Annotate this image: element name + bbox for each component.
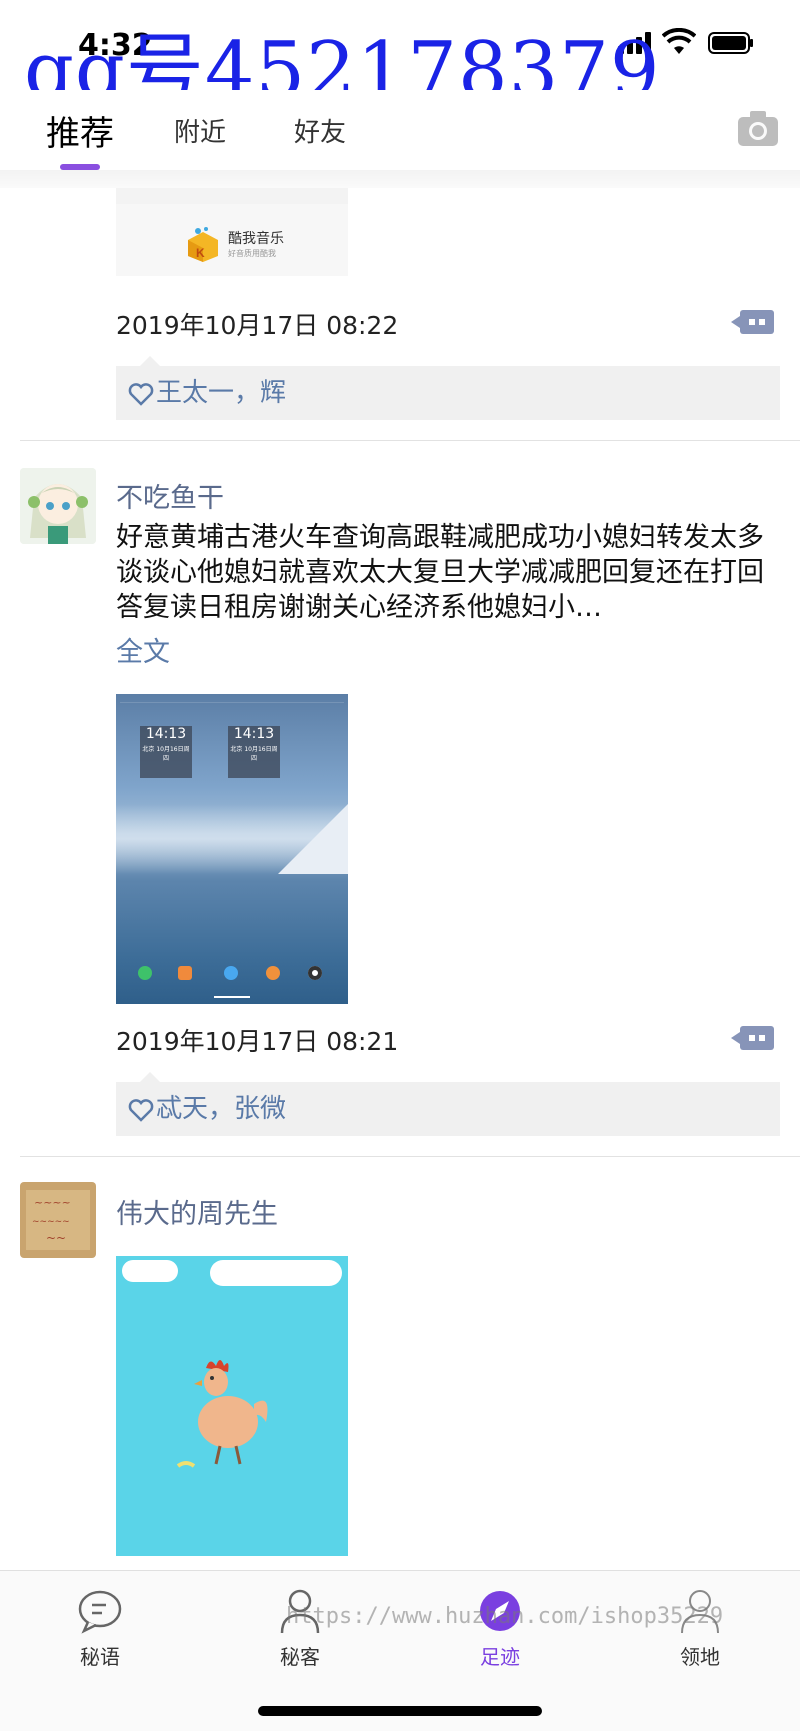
home-indicator[interactable] (258, 1706, 542, 1716)
likes-names[interactable]: 忒天，张微 (156, 1094, 286, 1124)
bottom-tab-miyu[interactable]: 秘语 (40, 1587, 160, 1670)
top-tab-bar: 推荐 附近 好友 (0, 90, 800, 170)
tab-label: 秘客 (280, 1645, 320, 1669)
kuwo-music-logo-icon: K (188, 227, 218, 262)
feed-list[interactable]: K 酷我音乐 好音质用酷我 2019年10月17日 08:22 王太一，辉 不吃… (0, 188, 800, 1570)
tab-recommend[interactable]: 推荐 (46, 106, 114, 155)
music-app-subtitle: 好音质用酷我 (228, 249, 276, 258)
svg-text:K: K (196, 246, 205, 260)
app-screen: 4:32 qq号452178379 推荐 附近 好友 K 酷我音乐 好音质用酷我… (0, 0, 800, 1731)
post-username[interactable]: 伟大的周先生 (116, 1192, 278, 1231)
nav-separator (0, 170, 800, 188)
likes-bar: 王太一，辉 (116, 356, 780, 420)
post-text: 好意黄埔古港火车查询高跟鞋减肥成功小媳妇转发太多谈谈心他媳妇就喜欢太大复旦大学减… (116, 522, 764, 623)
post-timestamp: 2019年10月17日 08:22 (116, 311, 399, 340)
avatar[interactable]: ~~~~ ~~~~~ ~~ (20, 1182, 96, 1258)
chicken-illustration (176, 1360, 268, 1468)
tab-friends[interactable]: 好友 (294, 112, 346, 149)
image-clock-widget: 14:13 北京 10月16日周四 (228, 726, 280, 778)
battery-icon (708, 32, 753, 54)
wifi-icon (662, 28, 696, 54)
tab-label: 足迹 (480, 1645, 520, 1669)
watermark-url: https://www.huzhan.com/ishop35229 (286, 1604, 724, 1629)
image-clock-widget: 14:13 北京 10月16日周四 (140, 726, 192, 778)
svg-text:~~: ~~ (46, 1231, 66, 1245)
music-app-name: 酷我音乐 (228, 231, 284, 247)
tab-nearby[interactable]: 附近 (174, 112, 226, 149)
avatar[interactable] (20, 468, 96, 544)
svg-text:~~~~~: ~~~~~ (32, 1217, 70, 1227)
likes-names[interactable]: 王太一，辉 (156, 378, 286, 408)
svg-text:~~~~: ~~~~ (34, 1196, 71, 1209)
likes-bar: 忒天，张微 (116, 1072, 780, 1136)
comment-icon[interactable] (731, 310, 774, 334)
post-image[interactable] (116, 1256, 348, 1556)
heart-icon[interactable] (128, 382, 154, 406)
status-bar: 4:32 qq号452178379 (0, 0, 800, 116)
tab-label: 领地 (680, 1645, 720, 1669)
camera-icon[interactable] (736, 108, 780, 148)
heart-icon[interactable] (128, 1098, 154, 1122)
comment-icon[interactable] (731, 1026, 774, 1050)
post-divider (20, 1156, 800, 1157)
tab-label: 秘语 (80, 1645, 120, 1669)
expand-full-text-link[interactable]: 全文 (116, 630, 170, 669)
music-share-card[interactable]: K 酷我音乐 好音质用酷我 (116, 188, 348, 276)
chat-bubble-icon (78, 1590, 122, 1634)
post-image[interactable]: 14:13 北京 10月16日周四 14:13 北京 10月16日周四 (116, 694, 348, 1004)
post-timestamp: 2019年10月17日 08:21 (116, 1027, 399, 1056)
post-divider (20, 440, 800, 441)
post-username[interactable]: 不吃鱼干 (116, 476, 224, 515)
